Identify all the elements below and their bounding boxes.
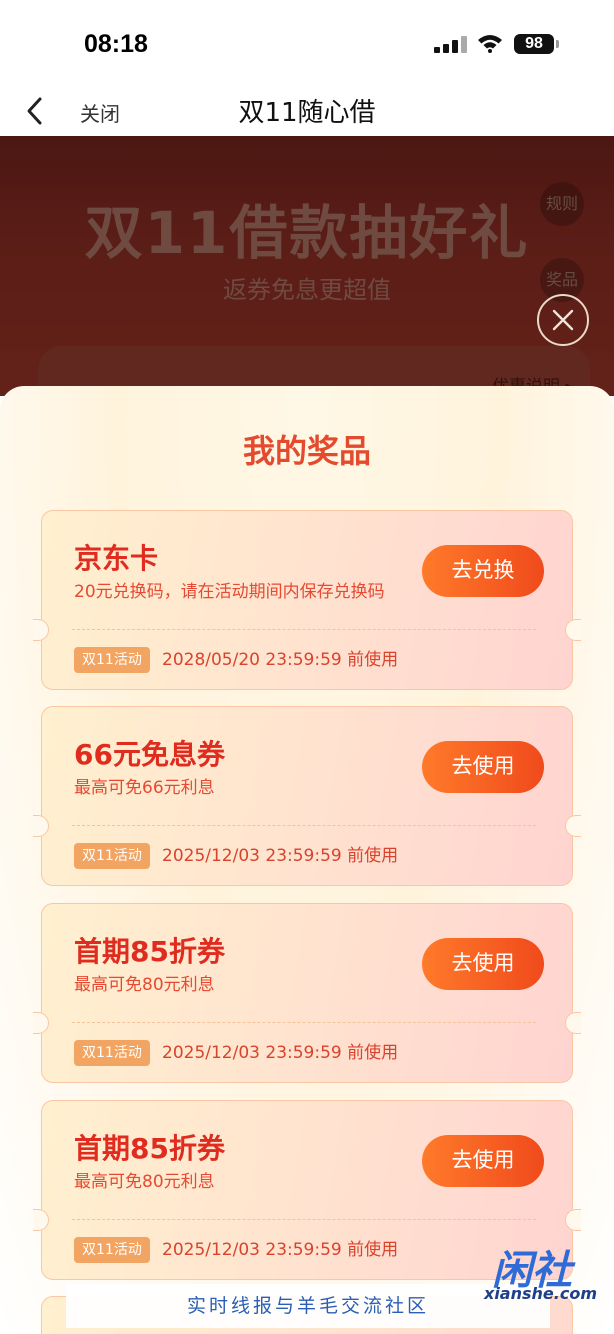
prize-name: 首期85折券 [74, 935, 225, 968]
close-icon [552, 309, 574, 331]
prize-name: 京东卡 [74, 542, 159, 575]
battery-indicator: 98 [514, 34, 554, 54]
battery-tip [556, 40, 559, 48]
card-divider [72, 1022, 536, 1023]
card-notch [565, 619, 581, 641]
prize-card: 66元免息券 最高可免66元利息 去使用 双11活动 2025/12/03 23… [33, 706, 581, 886]
activity-tag: 双11活动 [74, 1040, 150, 1066]
card-notch [33, 1012, 49, 1034]
card-notch [565, 815, 581, 837]
prize-desc: 20元兑换码，请在活动期间内保存兑换码 [74, 582, 385, 602]
activity-tag: 双11活动 [74, 1237, 150, 1263]
my-prizes-sheet: 我的奖品 京东卡 20元兑换码，请在活动期间内保存兑换码 去兑换 双11活动 2… [0, 386, 614, 1334]
watermark-banner: 实时线报与羊毛交流社区 [66, 1284, 550, 1328]
site-logo: 闲社 xianshe.com [484, 1238, 614, 1308]
redeem-button[interactable]: 去兑换 [422, 545, 544, 597]
page-title: 双11随心借 [238, 98, 376, 128]
prize-card: 首期85折券 最高可免80元利息 去使用 双11活动 2025/12/03 23… [33, 903, 581, 1083]
status-time: 08:18 [84, 30, 148, 58]
status-bar: 08:18 98 [0, 0, 614, 88]
cellular-signal-icon [434, 36, 467, 53]
prize-name: 首期85折券 [74, 1132, 225, 1165]
sheet-title: 我的奖品 [242, 432, 371, 470]
card-divider [72, 629, 536, 630]
card-notch [565, 1012, 581, 1034]
prize-expiry: 2025/12/03 23:59:59 前使用 [162, 846, 399, 866]
prize-name: 66元免息券 [74, 738, 225, 771]
use-coupon-button[interactable]: 去使用 [422, 938, 544, 990]
card-notch [33, 815, 49, 837]
card-notch [565, 1209, 581, 1231]
use-coupon-button[interactable]: 去使用 [422, 741, 544, 793]
prize-expiry: 2028/05/20 23:59:59 前使用 [162, 650, 399, 670]
nav-bar: 关闭 双11随心借 [0, 88, 614, 136]
prize-desc: 最高可免66元利息 [74, 778, 215, 798]
prize-card: 京东卡 20元兑换码，请在活动期间内保存兑换码 去兑换 双11活动 2028/0… [33, 510, 581, 690]
card-notch [33, 619, 49, 641]
wifi-icon [478, 35, 502, 53]
close-modal-button[interactable] [537, 294, 589, 346]
prize-desc: 最高可免80元利息 [74, 975, 215, 995]
prize-desc: 最高可免80元利息 [74, 1172, 215, 1192]
card-divider [72, 825, 536, 826]
logo-url: xianshe.com [484, 1284, 597, 1303]
use-coupon-button[interactable]: 去使用 [422, 1135, 544, 1187]
card-divider [72, 1219, 536, 1220]
prize-expiry: 2025/12/03 23:59:59 前使用 [162, 1043, 399, 1063]
activity-tag: 双11活动 [74, 647, 150, 673]
prize-expiry: 2025/12/03 23:59:59 前使用 [162, 1240, 399, 1260]
activity-tag: 双11活动 [74, 843, 150, 869]
card-notch [33, 1209, 49, 1231]
modal-overlay [0, 136, 614, 396]
